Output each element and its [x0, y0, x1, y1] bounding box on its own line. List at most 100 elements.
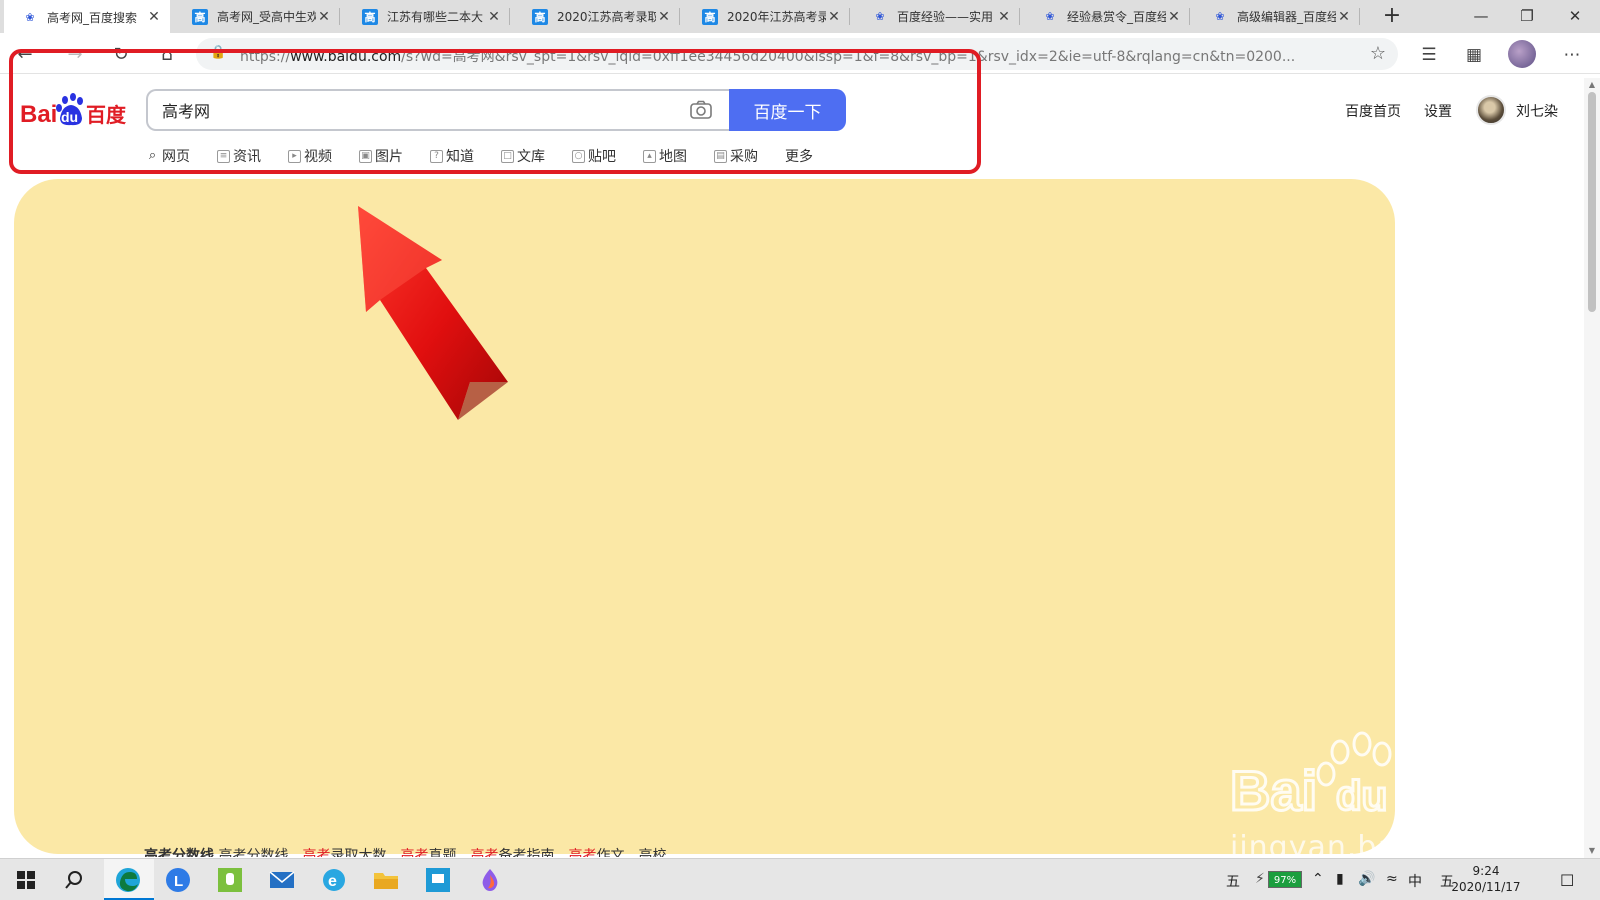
- ie-browser-icon[interactable]: e: [318, 864, 350, 896]
- gao-favicon-icon: 高: [192, 8, 208, 25]
- close-icon[interactable]: ✕: [826, 9, 842, 25]
- peek-title: 高考分数线: [144, 848, 214, 857]
- charging-icon: ⚡: [1255, 871, 1265, 887]
- tab-separator: [1019, 8, 1020, 25]
- tab-title: 经验悬赏令_百度经: [1067, 10, 1166, 24]
- browser-tab[interactable]: 高江苏有哪些二本大 ✕: [344, 0, 510, 33]
- peek-part: 高考: [302, 848, 331, 857]
- scroll-thumb[interactable]: [1588, 92, 1596, 312]
- edge-browser-icon[interactable]: [112, 864, 144, 896]
- wm-brand-du: du: [1336, 772, 1387, 819]
- tab-separator: [1359, 8, 1360, 25]
- close-icon[interactable]: ✕: [656, 9, 672, 25]
- scroll-down-icon[interactable]: ▼: [1586, 846, 1598, 856]
- paw-icon: ❀: [1045, 10, 1055, 23]
- tab-title: 江苏有哪些二本大: [387, 10, 484, 24]
- scroll-up-icon[interactable]: ▲: [1586, 80, 1598, 90]
- gao-favicon-icon: 高: [362, 8, 378, 25]
- tray-chevron-up-icon[interactable]: ⌃: [1312, 871, 1324, 887]
- peek-part: 高校: [638, 848, 667, 857]
- network-icon[interactable]: ≈: [1386, 871, 1398, 887]
- collections-icon[interactable]: ▦: [1459, 40, 1489, 70]
- windows-start-icon[interactable]: [10, 864, 42, 896]
- user-avatar[interactable]: [1476, 95, 1506, 125]
- close-icon[interactable]: ✕: [1336, 9, 1352, 25]
- tab-title: 百度经验——实用: [897, 10, 994, 24]
- browser-tab[interactable]: ❀ 百度经验——实用 ✕: [854, 0, 1020, 33]
- paw-icon: ❀: [875, 10, 885, 23]
- username[interactable]: 刘七染: [1516, 101, 1558, 121]
- ime-language[interactable]: 中: [1408, 871, 1422, 891]
- browser-tab[interactable]: 高高考网_受高中生欢 ✕: [174, 0, 340, 33]
- peek-part: 备考指南、: [498, 848, 569, 857]
- wm-brand: Bai: [1230, 759, 1317, 822]
- peek-part: 作文、: [596, 848, 639, 857]
- minimize-button[interactable]: —: [1458, 0, 1504, 33]
- gao-favicon-icon: 高: [532, 8, 548, 25]
- favorites-icon[interactable]: ☰: [1414, 40, 1444, 70]
- highlight-frame: [9, 49, 981, 174]
- volume-icon[interactable]: 🔊: [1358, 871, 1375, 887]
- app-l-icon[interactable]: L: [162, 864, 194, 896]
- tab-separator: [1189, 8, 1190, 25]
- windows-taskbar: L e 五 ⚡ 97% ⌃ ▮ 🔊 ≈ 中 五 9:24 2020/11/17 …: [0, 858, 1600, 900]
- ime-indicator-1[interactable]: 五: [1226, 871, 1240, 891]
- tab-strip: ❀ 高考网_百度搜索 ✕ 高高考网_受高中生欢 ✕ 高江苏有哪些二本大 ✕ 高 2020江苏高考…: [0, 0, 1600, 34]
- more-options-icon[interactable]: ⋯: [1557, 40, 1587, 70]
- result-peek-text: 高考分数线 高考分数线、高考录取大数、高考真题、高考备考指南、高考作文、高校: [144, 845, 744, 857]
- tab-title: 高考网_受高中生欢: [217, 10, 316, 24]
- browser-tab[interactable]: 高 2020年江苏高考录 ✕: [684, 0, 850, 33]
- tab-separator: [679, 8, 680, 25]
- clock-time: 9:24: [1472, 864, 1500, 878]
- notes-app-icon[interactable]: [214, 864, 246, 896]
- restore-button[interactable]: ❐: [1504, 0, 1550, 33]
- file-explorer-icon[interactable]: [370, 864, 402, 896]
- tab-title: 高级编辑器_百度经: [1237, 10, 1336, 24]
- search-icon[interactable]: [58, 864, 90, 896]
- app-drop-icon[interactable]: [474, 864, 506, 896]
- bookmark-star-icon[interactable]: ☆: [1370, 43, 1386, 64]
- settings-link[interactable]: 设置: [1424, 101, 1452, 121]
- close-window-button[interactable]: ✕: [1552, 0, 1598, 33]
- peek-part: 高考: [470, 848, 499, 857]
- browser-profile-avatar[interactable]: [1508, 40, 1536, 68]
- battery-icon[interactable]: ▮: [1336, 871, 1344, 887]
- close-icon[interactable]: ✕: [486, 9, 502, 25]
- peek-part: 高考分数线、: [218, 848, 303, 857]
- gao-favicon-icon: 高: [702, 8, 718, 25]
- overlay-panel: [14, 179, 1395, 854]
- app-window-icon[interactable]: [422, 864, 454, 896]
- browser-tab[interactable]: ❀ 经验悬赏令_百度经 ✕: [1024, 0, 1190, 33]
- tab-title: 2020年江苏高考录: [727, 10, 826, 24]
- peek-part: 录取大数、: [330, 848, 401, 857]
- svg-text:e: e: [328, 873, 337, 890]
- tab-separator: [339, 8, 340, 25]
- wm-brand-cn: 经验: [1402, 767, 1494, 821]
- taskbar-clock[interactable]: 9:24 2020/11/17: [1436, 863, 1536, 895]
- tab-title: 高考网_百度搜索: [47, 10, 138, 25]
- browser-tab[interactable]: ❀ 高级编辑器_百度经 ✕: [1194, 0, 1360, 33]
- battery-indicator[interactable]: 97%: [1268, 871, 1302, 888]
- tab-title: 2020江苏高考录取: [557, 10, 656, 24]
- red-arrow-annotation: [358, 206, 508, 420]
- browser-tab[interactable]: ❀ 高考网_百度搜索 ✕: [4, 0, 170, 34]
- tab-separator: [849, 8, 850, 25]
- paw-icon: ❀: [25, 10, 35, 24]
- close-icon[interactable]: ✕: [316, 9, 332, 25]
- notification-icon[interactable]: ☐: [1560, 871, 1574, 890]
- close-icon[interactable]: ✕: [1166, 9, 1182, 25]
- baidu-home-link[interactable]: 百度首页: [1345, 101, 1401, 121]
- tab-separator: [509, 8, 510, 25]
- new-tab-button[interactable]: +: [1379, 3, 1405, 29]
- peek-part: 高考: [568, 848, 597, 857]
- close-icon[interactable]: ✕: [146, 9, 162, 25]
- clock-date: 2020/11/17: [1451, 880, 1521, 894]
- svg-text:L: L: [174, 873, 183, 890]
- mail-icon[interactable]: [266, 864, 298, 896]
- peek-parts: 高考分数线、高考录取大数、高考真题、高考备考指南、高考作文、高校: [218, 848, 666, 857]
- peek-part: 高考: [400, 848, 429, 857]
- peek-part: 真题、: [428, 848, 471, 857]
- paw-icon: ❀: [1215, 10, 1225, 23]
- close-icon[interactable]: ✕: [996, 9, 1012, 25]
- browser-tab[interactable]: 高 2020江苏高考录取 ✕: [514, 0, 680, 33]
